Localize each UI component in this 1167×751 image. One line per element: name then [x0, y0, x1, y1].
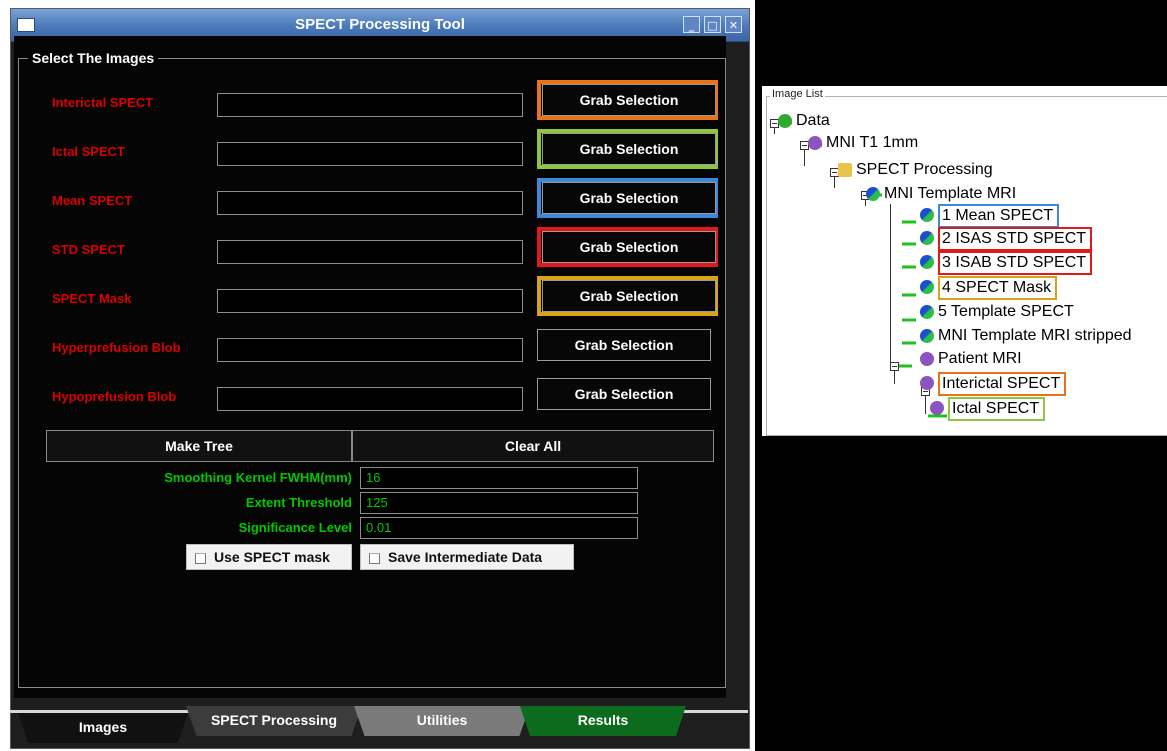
image-path-field[interactable] — [217, 93, 523, 117]
grab-selection-button[interactable]: Grab Selection — [542, 133, 716, 165]
tree-node[interactable]: 2 ISAS STD SPECT — [938, 227, 1093, 251]
row-label: STD SPECT — [52, 242, 125, 257]
tree-node[interactable]: 3 ISAB STD SPECT — [938, 251, 1093, 275]
tree-node[interactable]: Interictal SPECT — [938, 372, 1067, 396]
blue-green-brain-icon — [920, 231, 934, 245]
tree-node[interactable]: Ictal SPECT — [948, 397, 1046, 421]
row-label: Mean SPECT — [52, 193, 133, 208]
extent-threshold-field[interactable]: 125 — [360, 492, 638, 514]
tree-node[interactable]: 1 Mean SPECT — [938, 204, 1060, 228]
blue-green-brain-icon — [920, 329, 934, 343]
use-spect-mask-checkbox[interactable]: Use SPECT mask — [186, 544, 352, 570]
row-label: SPECT Mask — [52, 291, 132, 306]
purple-brain-icon — [920, 376, 934, 390]
tree-node[interactable]: MNI Template MRI stripped — [938, 327, 1132, 345]
grab-selection-button[interactable]: Grab Selection — [537, 329, 711, 361]
grab-selection-button[interactable]: Grab Selection — [542, 231, 716, 263]
image-path-field[interactable] — [217, 338, 523, 362]
image-path-field[interactable] — [217, 142, 523, 166]
use-spect-mask-label: Use SPECT mask — [214, 549, 330, 565]
image-path-field[interactable] — [217, 387, 523, 411]
purple-brain-icon — [930, 401, 944, 415]
group-title: Select The Images — [28, 50, 159, 66]
save-intermediate-label: Save Intermediate Data — [388, 549, 543, 565]
tab-results[interactable]: Results — [520, 706, 686, 736]
purple-brain-icon — [920, 352, 934, 366]
make-tree-button[interactable]: Make Tree — [46, 430, 352, 462]
save-intermediate-checkbox[interactable]: Save Intermediate Data — [360, 544, 574, 570]
image-path-field[interactable] — [217, 240, 523, 264]
purple-brain-icon — [808, 136, 822, 150]
close-icon[interactable]: ✕ — [725, 16, 742, 33]
grab-selection-button[interactable]: Grab Selection — [542, 84, 716, 116]
image-list-panel: Image List Data MNI T1 1mm SPECT Process… — [762, 86, 1167, 436]
blue-green-brain-icon — [866, 187, 880, 201]
tree-node[interactable]: 4 SPECT Mask — [938, 276, 1058, 300]
tab-images[interactable]: Images — [18, 713, 188, 743]
significance-level-field[interactable]: 0.01 — [360, 517, 638, 539]
grab-selection-button[interactable]: Grab Selection — [537, 378, 711, 410]
row-label: Ictal SPECT — [52, 144, 125, 159]
blue-green-brain-icon — [920, 208, 934, 222]
image-path-field[interactable] — [217, 289, 523, 313]
smoothing-kernel-label: Smoothing Kernel FWHM(mm) — [164, 470, 352, 485]
blue-green-brain-icon — [920, 255, 934, 269]
tree-node[interactable]: MNI T1 1mm — [826, 134, 918, 152]
tree-node[interactable]: Data — [796, 112, 830, 130]
row-label: Hypoprefusion Blob — [52, 389, 177, 404]
green-blob-icon — [778, 114, 792, 128]
tab-spect-processing[interactable]: SPECT Processing — [186, 706, 362, 736]
smoothing-kernel-field[interactable]: 16 — [360, 467, 638, 489]
folder-icon — [838, 163, 852, 177]
tree-node[interactable]: 5 Template SPECT — [938, 303, 1074, 321]
row-label: Interictal SPECT — [52, 95, 154, 110]
checkbox-icon[interactable] — [195, 552, 206, 564]
significance-level-label: Significance Level — [238, 520, 352, 535]
grab-selection-button[interactable]: Grab Selection — [542, 280, 716, 312]
blue-green-brain-icon — [920, 305, 934, 319]
window-title: SPECT Processing Tool — [295, 16, 465, 33]
tree-node[interactable]: MNI Template MRI — [884, 185, 1016, 203]
tab-utilities[interactable]: Utilities — [354, 706, 530, 736]
blue-green-brain-icon — [920, 280, 934, 294]
extent-threshold-label: Extent Threshold — [245, 495, 352, 510]
tree-node[interactable]: Patient MRI — [938, 350, 1022, 368]
tree-node[interactable]: SPECT Processing — [856, 161, 993, 179]
row-label: Hyperprefusion Blob — [52, 340, 181, 355]
grab-selection-button[interactable]: Grab Selection — [542, 182, 716, 214]
minimize-icon[interactable]: _ — [683, 16, 700, 33]
clear-all-button[interactable]: Clear All — [352, 430, 714, 462]
maximize-icon[interactable]: □ — [704, 16, 721, 33]
image-path-field[interactable] — [217, 191, 523, 215]
checkbox-icon[interactable] — [369, 552, 380, 564]
